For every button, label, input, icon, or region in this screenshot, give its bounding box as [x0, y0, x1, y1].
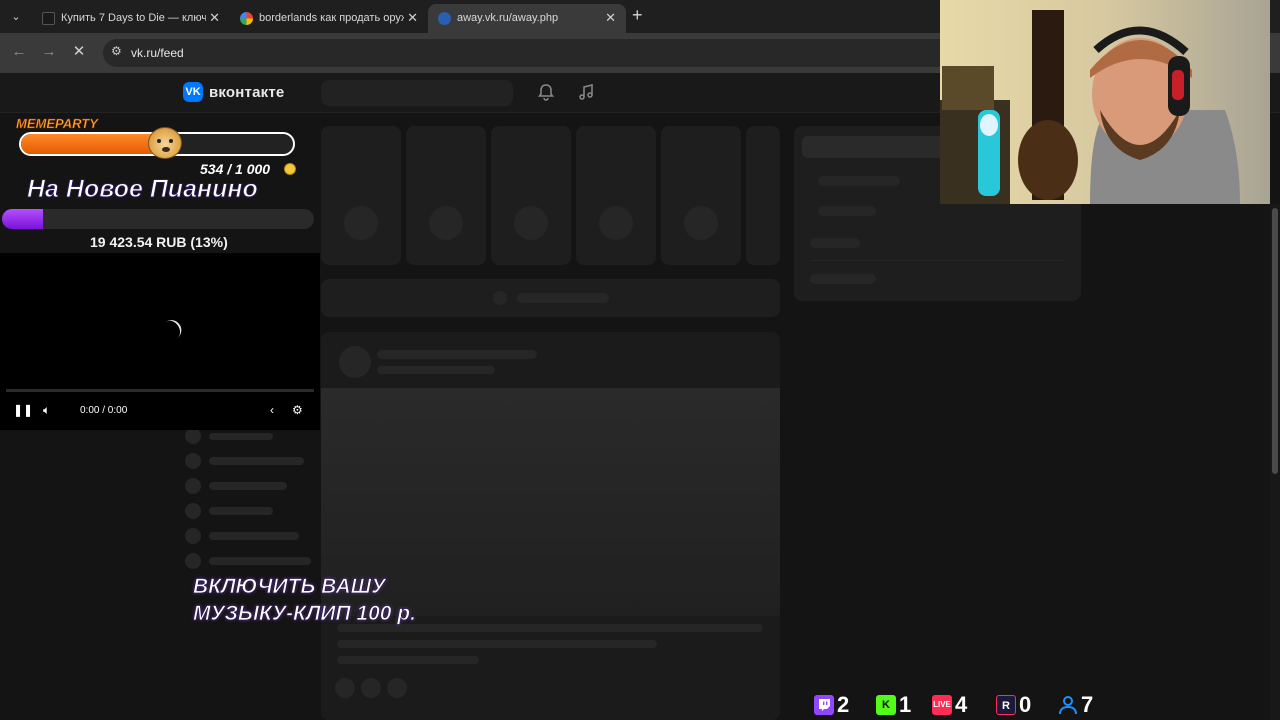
close-icon[interactable]: ✕ [605, 10, 616, 26]
promo-line-2: МУЗЫКУ-КЛИП 100 р. [193, 602, 417, 626]
coin-icon [284, 163, 296, 175]
promo-line-1: ВКЛЮЧИТЬ ВАШУ [193, 575, 386, 599]
scrollbar-thumb[interactable] [1272, 208, 1278, 474]
rub-goal-amount: 19 423.54 RUB (13%) [90, 234, 228, 250]
video-player[interactable]: ❚❚ 🔈︎ 0:00 / 0:00 ‹ ⚙ [0, 253, 320, 430]
page-scrollbar[interactable] [1270, 204, 1280, 720]
forward-arrow-icon[interactable]: → [38, 41, 60, 63]
tab-google-search[interactable]: borderlands как продать оружи ✕ [230, 4, 428, 33]
tab-steam-key[interactable]: Купить 7 Days to Die — ключ S ✕ [32, 4, 230, 33]
music-clip-promo: ВКЛЮЧИТЬ ВАШУ МУЗЫКУ-КЛИП 100 р. [193, 573, 613, 627]
live-icon: LIVE [932, 695, 952, 715]
user-icon [1058, 695, 1078, 715]
bell-icon[interactable] [536, 83, 556, 103]
music-note-icon[interactable] [576, 83, 596, 103]
gear-icon[interactable]: ⚙ [292, 403, 303, 417]
doge-icon [148, 127, 182, 159]
back-arrow-icon[interactable]: ← [8, 41, 30, 63]
twitch-icon [814, 695, 834, 715]
seek-bar[interactable] [6, 389, 314, 392]
pause-icon[interactable]: ❚❚ [13, 403, 33, 417]
google-favicon-icon [240, 12, 253, 25]
rub-goal-fill [2, 209, 43, 229]
tab-title: Купить 7 Days to Die — ключ S [61, 12, 206, 24]
goal-progress-fill [21, 134, 167, 154]
webcam-feed [940, 0, 1270, 204]
donation-goal-widget: MEMEPARTY 534 / 1 000 На Новое Пианино 1… [0, 113, 320, 253]
post-skeleton [321, 332, 780, 720]
address-bar[interactable]: ⚙ vk.ru/feed [103, 39, 1023, 67]
close-icon[interactable]: ✕ [407, 10, 418, 26]
goal-title: На Новое Пианино [27, 175, 259, 204]
kick-icon: K [876, 695, 896, 715]
stop-loading-icon[interactable]: ✕ [68, 41, 90, 63]
volume-icon[interactable]: 🔈︎ [43, 403, 50, 418]
tab-title: borderlands как продать оружи [259, 12, 404, 24]
tab-search-icon[interactable]: ⌄ [6, 7, 26, 27]
search-input[interactable] [321, 80, 513, 106]
loading-spinner-icon [160, 316, 186, 342]
shop-favicon-icon [42, 12, 55, 25]
vk-logo-icon[interactable]: VK [183, 82, 203, 102]
rub-goal-bar [2, 209, 314, 229]
vk-brand-name[interactable]: вконтакте [209, 84, 284, 101]
address-url[interactable]: vk.ru/feed [131, 46, 184, 60]
loading-favicon-icon [438, 12, 451, 25]
composer-skeleton [321, 279, 780, 317]
rutube-icon: R [996, 695, 1016, 715]
playback-time: 0:00 / 0:00 [80, 405, 128, 416]
screen: ⌄ Купить 7 Days to Die — ключ S ✕ border… [0, 0, 1280, 720]
new-tab-button[interactable]: + [632, 5, 643, 26]
tab-vk-away[interactable]: away.vk.ru/away.php ✕ [428, 4, 626, 33]
site-info-icon[interactable]: ⚙ [111, 44, 122, 58]
viewer-counters: 2 K 1 LIVE 4 R 0 7 [812, 690, 1112, 720]
close-icon[interactable]: ✕ [209, 10, 220, 26]
tab-title: away.vk.ru/away.php [457, 12, 559, 24]
memeparty-logo: MEMEPARTY [16, 116, 98, 132]
chevron-left-icon[interactable]: ‹ [270, 403, 274, 417]
